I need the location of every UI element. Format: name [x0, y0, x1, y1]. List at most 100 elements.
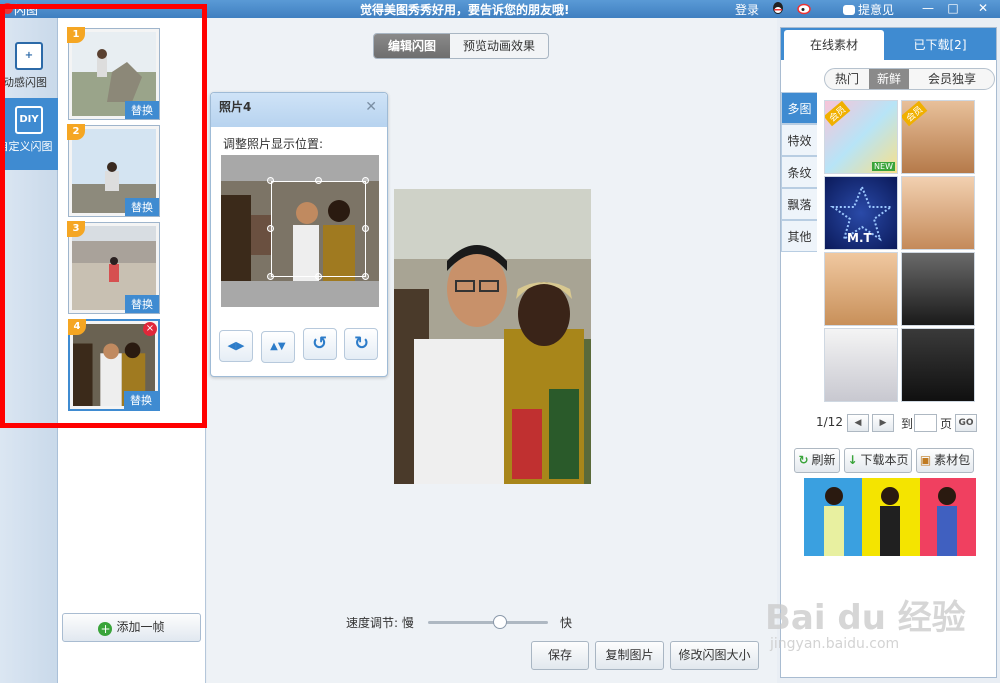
frame-item[interactable]: 2 替换 — [67, 124, 160, 217]
crop-handle[interactable] — [267, 225, 274, 232]
add-image-icon: + — [15, 42, 43, 70]
add-frame-button[interactable]: + 添加一帧 — [62, 613, 201, 642]
material-pack-button[interactable]: ▣ 素材包 — [916, 448, 974, 473]
member-badge: 会员 — [902, 101, 928, 127]
banner-image — [804, 478, 976, 556]
prev-page-icon[interactable]: ◀ — [847, 414, 869, 432]
crop-handle[interactable] — [315, 177, 322, 184]
transform-buttons: ◀▶ ▲▼ ↺ ↻ — [219, 328, 382, 363]
crop-handle[interactable] — [362, 273, 369, 280]
material-sub-tabs: 热门 新鲜 会员独享 — [824, 68, 995, 90]
rotate-left-icon[interactable]: ↺ — [302, 328, 337, 360]
maximize-button[interactable]: □ — [945, 1, 961, 16]
materials-tabs: 在线素材 已下载[2] — [781, 28, 996, 60]
material-thumb[interactable] — [901, 328, 975, 402]
frame-item[interactable]: 3 替换 — [67, 221, 160, 314]
material-thumb[interactable] — [901, 252, 975, 326]
category-falling[interactable]: 飘落 — [781, 188, 817, 220]
crop-handle[interactable] — [362, 177, 369, 184]
material-thumb[interactable]: M.T — [824, 176, 898, 250]
flip-vertical-icon[interactable]: ▲▼ — [260, 331, 295, 363]
slogan-text: 觉得美图秀秀好用，要告诉您的朋友哦! — [360, 3, 570, 17]
page-unit-label: 页 — [940, 417, 953, 431]
category-other[interactable]: 其他 — [781, 220, 817, 252]
new-badge: NEW — [872, 162, 895, 171]
rotate-right-icon[interactable]: ↻ — [344, 328, 379, 360]
photo-adjust-panel: 照片4 ✕ 调整照片显示位置: ◀▶ ▲▼ ↺ ↻ — [210, 92, 388, 377]
close-button[interactable]: ✕ — [975, 1, 991, 16]
watermark-logo: Bai du 经验 — [765, 598, 966, 638]
feedback-label: 提意见 — [858, 3, 895, 17]
tool-dynamic-flash[interactable]: + 动感闪图 — [0, 34, 58, 106]
login-link[interactable]: 登录 — [735, 1, 759, 18]
add-frame-label: 添加一帧 — [116, 620, 165, 634]
mode-tabs: 编辑闪图 预览动画效果 — [373, 33, 549, 59]
speed-label: 速度调节: 慢 — [346, 616, 414, 630]
refresh-button[interactable]: ↻ 刷新 — [794, 448, 840, 473]
crop-handle[interactable] — [267, 273, 274, 280]
app-title: 闪图 — [14, 3, 39, 17]
mt-logo: M.T — [847, 231, 872, 245]
next-page-icon[interactable]: ▶ — [872, 414, 894, 432]
material-thumb[interactable]: 会员 NEW — [824, 100, 898, 174]
subtab-member[interactable]: 会员独享 — [909, 69, 994, 89]
category-effects[interactable]: 特效 — [781, 124, 817, 156]
replace-button[interactable]: 替换 — [125, 198, 159, 216]
category-list: 多图 特效 条纹 飘落 其他 — [781, 92, 817, 252]
subtab-hot[interactable]: 热门 — [825, 69, 869, 89]
download-icon: ↓ — [847, 453, 858, 467]
panel-close-icon[interactable]: ✕ — [365, 93, 377, 121]
material-thumb[interactable] — [901, 176, 975, 250]
download-page-button[interactable]: ↓ 下载本页 — [844, 448, 912, 473]
tool-sidebar: + 动感闪图 DIY 自定义闪图 — [0, 18, 58, 683]
page-indicator: 1/12 — [816, 415, 843, 429]
package-icon: ▣ — [919, 453, 932, 467]
tab-edit-flash[interactable]: 编辑闪图 — [374, 34, 450, 58]
feedback-link[interactable]: 提意见 — [843, 1, 894, 18]
refresh-icon: ↻ — [798, 453, 809, 467]
replace-button[interactable]: 替换 — [125, 295, 159, 313]
main-photo — [394, 189, 591, 484]
delete-frame-icon[interactable]: × — [143, 322, 157, 336]
tab-online-materials[interactable]: 在线素材 — [784, 30, 884, 60]
page-input[interactable] — [914, 414, 937, 432]
category-multi[interactable]: 多图 — [781, 92, 817, 124]
material-thumb[interactable]: 会员 — [901, 100, 975, 174]
speed-slider-track[interactable] — [428, 621, 548, 624]
material-thumb[interactable] — [824, 252, 898, 326]
panel-header: 照片4 ✕ — [211, 93, 387, 127]
speed-slider-handle[interactable] — [493, 615, 507, 629]
tab-downloaded[interactable]: 已下载[2] — [886, 30, 994, 60]
replace-button[interactable]: 替换 — [125, 101, 159, 119]
tool-custom-flash[interactable]: DIY 自定义闪图 — [0, 98, 58, 170]
tool-label: 动感闪图 — [3, 76, 47, 89]
qq-icon[interactable] — [771, 1, 785, 18]
go-button[interactable]: GO — [955, 414, 977, 432]
ad-banner[interactable] — [804, 478, 976, 556]
crop-handle[interactable] — [315, 273, 322, 280]
crop-box[interactable] — [271, 181, 366, 277]
copy-image-button[interactable]: 复制图片 — [595, 641, 664, 670]
weibo-icon[interactable] — [797, 1, 813, 18]
frame-list: 1 替换 2 替换 3 替换 4 × 替换 — [58, 18, 206, 683]
material-pack-label: 素材包 — [934, 453, 971, 467]
diy-icon: DIY — [15, 106, 43, 134]
goto-label: 到 — [901, 417, 914, 431]
category-stripes[interactable]: 条纹 — [781, 156, 817, 188]
replace-button[interactable]: 替换 — [124, 391, 158, 409]
subtab-fresh[interactable]: 新鲜 — [869, 69, 909, 89]
chat-icon — [843, 5, 855, 15]
save-button[interactable]: 保存 — [531, 641, 589, 670]
crop-handle[interactable] — [362, 225, 369, 232]
frame-item[interactable]: 1 替换 — [67, 27, 160, 120]
flip-horizontal-icon[interactable]: ◀▶ — [219, 330, 253, 362]
tool-label: 自定义闪图 — [0, 140, 53, 153]
app-logo-icon — [2, 3, 13, 14]
material-thumb[interactable] — [824, 328, 898, 402]
minimize-button[interactable]: — — [920, 1, 936, 16]
resize-flash-button[interactable]: 修改闪图大小 — [670, 641, 759, 670]
frame-item-selected[interactable]: 4 × 替换 — [68, 319, 160, 411]
tab-preview-animation[interactable]: 预览动画效果 — [450, 34, 548, 58]
position-preview[interactable] — [221, 155, 379, 307]
crop-handle[interactable] — [267, 177, 274, 184]
